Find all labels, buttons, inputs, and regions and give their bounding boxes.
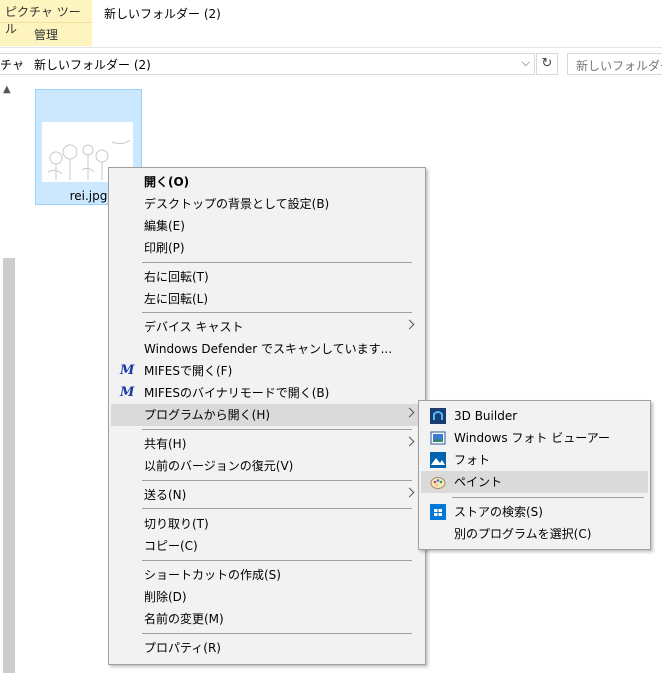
menu-create-shortcut[interactable]: ショートカットの作成(S) <box>111 564 423 586</box>
submenu-search-store[interactable]: ストアの検索(S) <box>421 501 648 523</box>
window-title: 新しいフォルダー (2) <box>104 7 221 21</box>
refresh-icon: ↻ <box>541 56 553 71</box>
menu-item-label: ショートカットの作成(S) <box>144 568 281 582</box>
submenu-item-label: フォト <box>454 453 491 467</box>
open-with-submenu: 3D Builder Windows フォト ビューアー フォト ペイント スト… <box>418 400 651 550</box>
submenu-item-label: 3D Builder <box>454 409 518 423</box>
store-icon <box>430 504 446 520</box>
picture-tools-tab[interactable]: ピクチャ ツール 管理 <box>0 0 92 46</box>
submenu-3d-builder[interactable]: 3D Builder <box>421 405 648 427</box>
menu-cast-to-device[interactable]: デバイス キャスト <box>111 316 423 338</box>
menu-item-label: 印刷(P) <box>144 241 185 255</box>
menu-separator <box>142 429 412 430</box>
menu-item-label: 削除(D) <box>144 590 187 604</box>
submenu-choose-another-app[interactable]: 別のプログラムを選択(C) <box>421 523 648 545</box>
menu-item-label: 名前の変更(M) <box>144 612 224 626</box>
menu-item-label: Windows Defender でスキャンしています... <box>144 342 393 356</box>
submenu-paint[interactable]: ペイント <box>421 471 648 493</box>
menu-item-label: 右に回転(T) <box>144 270 209 284</box>
menu-defender-scan[interactable]: Windows Defender でスキャンしています... <box>111 338 423 360</box>
submenu-item-label: Windows フォト ビューアー <box>454 431 610 445</box>
photos-icon <box>430 452 446 468</box>
menu-delete[interactable]: 削除(D) <box>111 586 423 608</box>
submenu-arrow-icon <box>404 487 415 498</box>
menu-share[interactable]: 共有(H) <box>111 433 423 455</box>
menu-item-label: MIFESのバイナリモードで開く(B) <box>144 386 330 400</box>
menu-restore-previous-versions[interactable]: 以前のバージョンの復元(V) <box>111 455 423 477</box>
submenu-item-label: ストアの検索(S) <box>454 505 543 519</box>
menu-open-with-mifes[interactable]: M MIFESで開く(F) <box>111 360 423 382</box>
menu-separator <box>142 480 412 481</box>
submenu-item-label: ペイント <box>454 475 503 489</box>
menu-open-mifes-binary[interactable]: M MIFESのバイナリモードで開く(B) <box>111 382 423 404</box>
menu-item-label: 共有(H) <box>144 437 187 451</box>
menu-item-label: 編集(E) <box>144 219 185 233</box>
menu-send-to[interactable]: 送る(N) <box>111 484 423 506</box>
scroll-up-icon[interactable]: ▲ <box>3 84 11 95</box>
menu-item-label: デバイス キャスト <box>144 320 244 334</box>
menu-item-label: MIFESで開く(F) <box>144 364 233 378</box>
paint-palette-icon <box>430 477 446 489</box>
menu-cut[interactable]: 切り取り(T) <box>111 513 423 535</box>
address-bar[interactable]: チャ › 新しいフォルダー (2) ⌵ <box>0 53 535 75</box>
menu-rename[interactable]: 名前の変更(M) <box>111 608 423 630</box>
menu-item-label: 左に回転(L) <box>144 292 209 306</box>
menu-separator <box>142 560 412 561</box>
navigation-pane: ▲ <box>0 78 17 673</box>
menu-separator <box>142 262 412 263</box>
breadcrumb-current[interactable]: 新しいフォルダー (2) <box>34 56 151 73</box>
menu-separator <box>142 633 412 634</box>
menu-separator <box>142 312 412 313</box>
manage-tab-label[interactable]: 管理 <box>0 26 92 43</box>
mifes-icon: M <box>120 385 135 400</box>
submenu-separator <box>452 497 644 498</box>
menu-open-with[interactable]: プログラムから開く(H) <box>111 404 423 426</box>
menu-set-desktop-background[interactable]: デスクトップの背景として設定(B) <box>111 193 423 215</box>
search-box[interactable]: 新しいフォルダー (2) <box>567 53 662 75</box>
submenu-arrow-icon <box>404 436 415 447</box>
menu-properties[interactable]: プロパティ(R) <box>111 637 423 659</box>
menu-print[interactable]: 印刷(P) <box>111 237 423 259</box>
refresh-button[interactable]: ↻ <box>536 53 558 75</box>
submenu-photos[interactable]: フォト <box>421 449 648 471</box>
scrollbar-thumb[interactable] <box>3 258 15 673</box>
menu-copy[interactable]: コピー(C) <box>111 535 423 557</box>
menu-item-label: デスクトップの背景として設定(B) <box>144 197 330 211</box>
ribbon: ピクチャ ツール 管理 新しいフォルダー (2) <box>0 0 662 48</box>
menu-item-label: プログラムから開く(H) <box>144 408 271 422</box>
address-row: チャ › 新しいフォルダー (2) ⌵ ↻ 新しいフォルダー (2) <box>0 48 662 78</box>
context-menu: 開く(O) デスクトップの背景として設定(B) 編集(E) 印刷(P) 右に回転… <box>108 167 426 665</box>
menu-item-label: 開く(O) <box>144 175 190 189</box>
menu-edit[interactable]: 編集(E) <box>111 215 423 237</box>
mifes-icon: M <box>120 363 135 378</box>
search-placeholder: 新しいフォルダー (2) <box>576 59 662 73</box>
tab-divider <box>0 22 92 23</box>
menu-item-label: 送る(N) <box>144 488 187 502</box>
submenu-windows-photo-viewer[interactable]: Windows フォト ビューアー <box>421 427 648 449</box>
menu-open[interactable]: 開く(O) <box>111 171 423 193</box>
submenu-item-label: 別のプログラムを選択(C) <box>454 527 592 541</box>
menu-item-label: コピー(C) <box>144 539 198 553</box>
address-dropdown-icon[interactable]: ⌵ <box>522 56 530 70</box>
menu-item-label: プロパティ(R) <box>144 641 221 655</box>
menu-item-label: 切り取り(T) <box>144 517 209 531</box>
menu-rotate-left[interactable]: 左に回転(L) <box>111 288 423 310</box>
breadcrumb-chevron-icon[interactable]: › <box>19 56 23 69</box>
photo-viewer-icon <box>430 431 446 445</box>
3d-builder-icon <box>430 408 446 424</box>
menu-rotate-right[interactable]: 右に回転(T) <box>111 266 423 288</box>
menu-separator <box>142 508 412 509</box>
submenu-arrow-icon <box>404 319 415 330</box>
submenu-arrow-icon <box>404 407 415 418</box>
menu-item-label: 以前のバージョンの復元(V) <box>144 459 294 473</box>
